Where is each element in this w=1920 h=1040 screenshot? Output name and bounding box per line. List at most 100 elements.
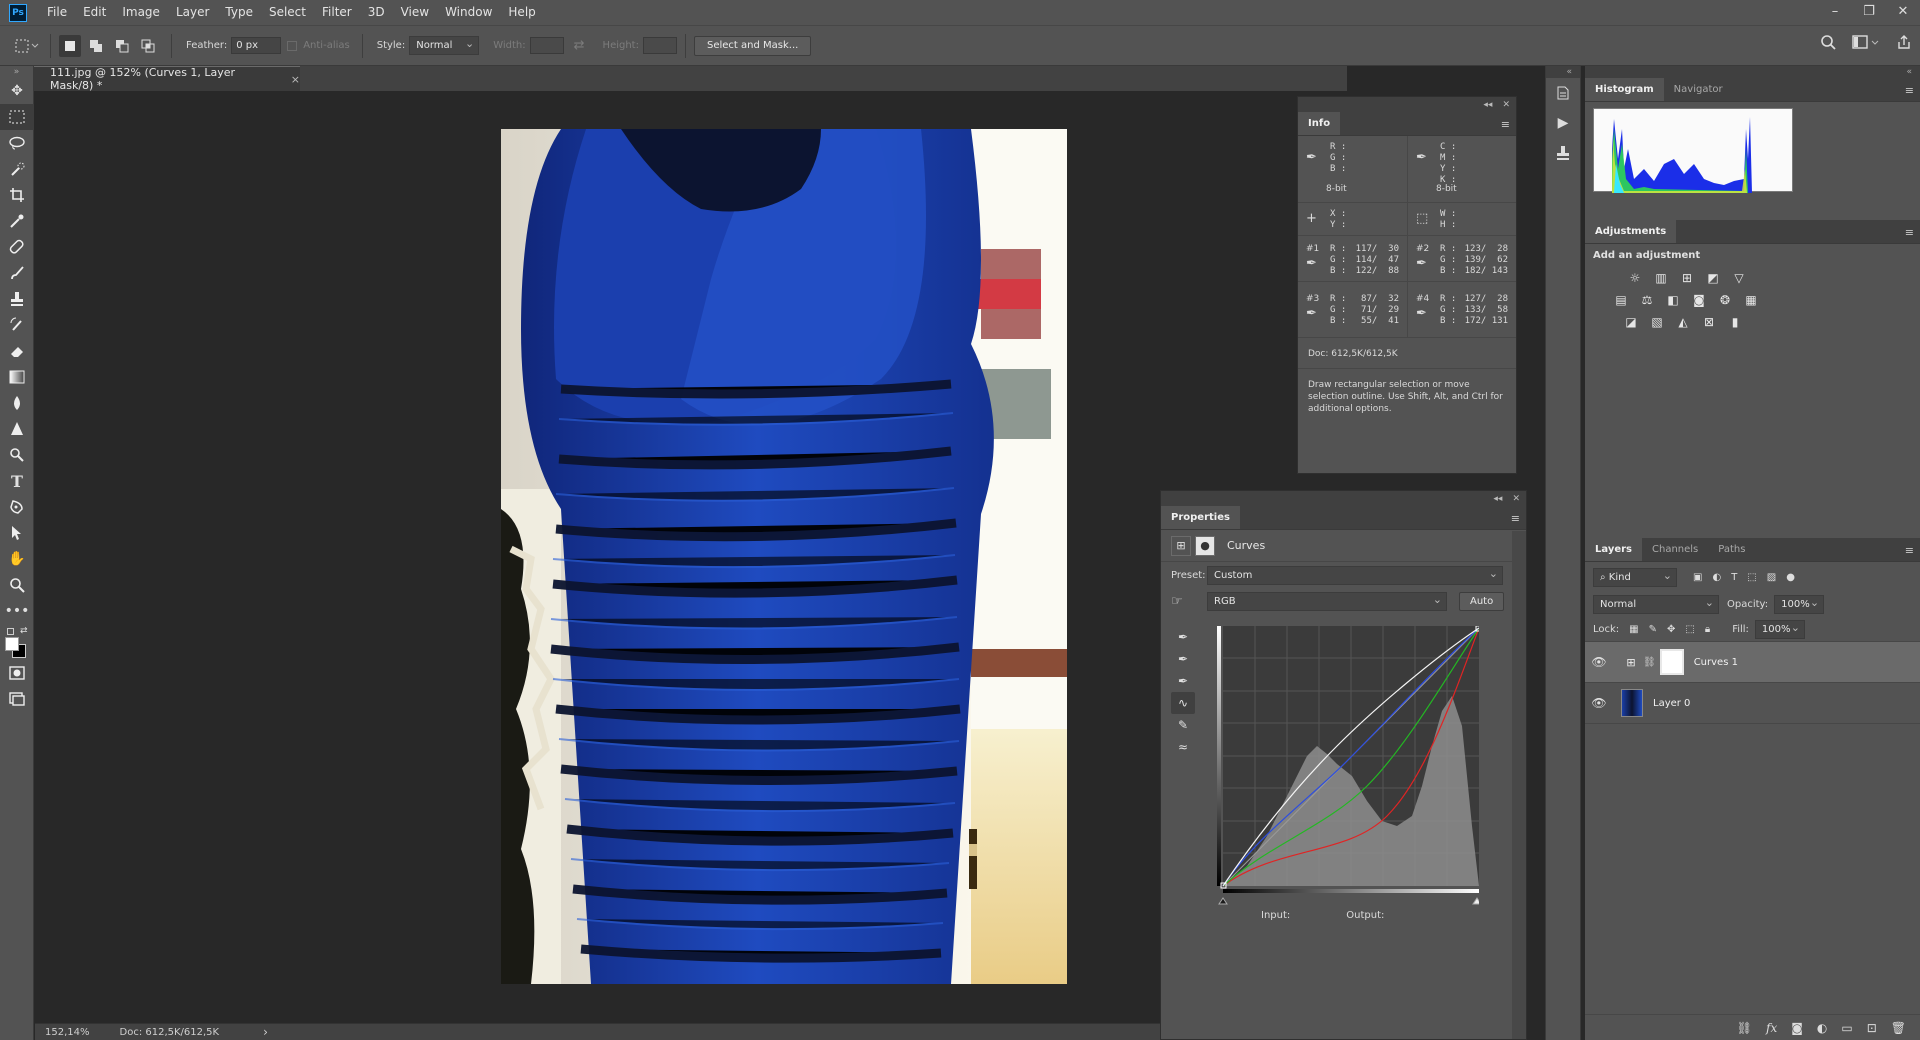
antialias-checkbox[interactable] [287, 40, 298, 51]
filter-toggle-icon[interactable]: ● [1786, 572, 1795, 583]
lock-artboard-icon[interactable]: ⬚ [1685, 624, 1694, 635]
layer-row-layer0[interactable]: 👁︎ Layer 0 [1585, 683, 1920, 724]
tab-paths[interactable]: Paths [1708, 538, 1755, 561]
draw-curve-icon[interactable]: ✎ [1171, 714, 1195, 736]
photo-filter-icon[interactable]: ◙ [1691, 292, 1707, 308]
mask-link-icon[interactable]: ⛓ [1643, 657, 1656, 668]
layer-mask-thumbnail[interactable] [1659, 649, 1684, 675]
eyedropper-icon[interactable]: ✒ [1306, 150, 1317, 165]
delete-layer-icon[interactable]: 🗑︎ [1891, 1021, 1906, 1035]
toolbar-grip[interactable]: » [0, 66, 33, 78]
panel-menu-icon[interactable]: ≡ [1501, 118, 1510, 131]
quick-mask-icon[interactable] [0, 660, 34, 686]
layer-thumbnail[interactable] [1621, 689, 1643, 717]
menu-view[interactable]: View [393, 0, 437, 25]
history-panel-icon[interactable] [1546, 78, 1580, 108]
color-lookup-icon[interactable]: ▦ [1743, 292, 1759, 308]
smooth-curve-icon[interactable]: ≈ [1171, 736, 1195, 758]
menu-layer[interactable]: Layer [168, 0, 217, 25]
edit-points-icon[interactable]: ∿ [1171, 692, 1195, 714]
dodge-tool-icon[interactable] [0, 416, 34, 442]
zoom-level[interactable]: 152,14% [45, 1027, 90, 1038]
layer-style-icon[interactable]: fx [1766, 1021, 1777, 1035]
lasso-tool-icon[interactable] [0, 130, 34, 156]
menu-filter[interactable]: Filter [314, 0, 360, 25]
feather-input[interactable]: 0 px [231, 37, 282, 54]
zoom-tool-icon[interactable] [0, 572, 34, 598]
share-icon[interactable] [1896, 34, 1912, 50]
brush-tool-icon[interactable] [0, 260, 34, 286]
close-tab-icon[interactable]: × [291, 73, 300, 86]
add-selection-button[interactable] [85, 35, 107, 57]
eyedropper-tool-icon[interactable] [0, 208, 34, 234]
lock-position-icon[interactable]: ✥ [1667, 624, 1675, 635]
menu-3d[interactable]: 3D [360, 0, 393, 25]
lock-pixels-icon[interactable]: ✎ [1649, 624, 1657, 635]
kind-filter-select[interactable]: ⌕ Kind [1593, 567, 1677, 587]
close-panel-icon[interactable]: ✕ [1512, 494, 1520, 504]
color-swatches[interactable]: ⇄ [0, 624, 34, 660]
panel-menu-icon[interactable]: ≡ [1905, 226, 1914, 239]
menu-type[interactable]: Type [217, 0, 261, 25]
new-selection-button[interactable] [59, 34, 81, 57]
selective-color-icon[interactable]: ⊠ [1701, 314, 1717, 330]
auto-button[interactable]: Auto [1459, 591, 1505, 611]
history-brush-tool-icon[interactable] [0, 312, 34, 338]
document-image[interactable] [501, 129, 1067, 984]
visibility-eye-icon[interactable]: 👁︎ [1585, 696, 1613, 710]
smart-object-filter-icon[interactable]: ▨ [1767, 572, 1776, 583]
channel-select[interactable]: RGB [1207, 591, 1447, 611]
clone-stamp-tool-icon[interactable] [0, 286, 34, 312]
dock-grip[interactable]: « [1585, 66, 1920, 78]
swap-colors-icon[interactable]: ⇄ [20, 626, 28, 636]
eyedropper-icon[interactable]: ✒ [1416, 150, 1427, 165]
black-slider-icon[interactable] [1218, 897, 1228, 905]
document-tab[interactable]: 111.jpg @ 152% (Curves 1, Layer Mask/8) … [34, 66, 300, 92]
tab-adjustments[interactable]: Adjustments [1585, 220, 1677, 243]
layer-name-curves[interactable]: Curves 1 [1694, 657, 1738, 668]
eraser-tool-icon[interactable] [0, 338, 34, 364]
more-tools-icon[interactable]: ••• [0, 598, 34, 624]
quick-selection-tool-icon[interactable] [0, 156, 34, 182]
fill-input[interactable]: 100% [1754, 619, 1805, 639]
search-icon[interactable] [1820, 34, 1836, 50]
hue-saturation-icon[interactable]: ▤ [1613, 292, 1629, 308]
healing-brush-tool-icon[interactable] [0, 234, 34, 260]
gradient-tool-icon[interactable] [0, 364, 34, 390]
type-tool-icon[interactable]: T [0, 468, 34, 494]
sampler-icon[interactable]: ✒ [1306, 306, 1317, 321]
white-slider-icon[interactable] [1472, 897, 1479, 905]
layer-name-layer0[interactable]: Layer 0 [1653, 698, 1690, 709]
tool-preset-picker[interactable] [12, 34, 42, 58]
tab-info[interactable]: Info [1298, 112, 1341, 135]
restore-button[interactable]: ❐ [1852, 0, 1886, 24]
screen-mode-icon[interactable] [0, 686, 34, 712]
curves-icon[interactable]: ⊞ [1679, 270, 1695, 286]
menu-file[interactable]: File [39, 0, 75, 25]
new-layer-icon[interactable]: ⊡ [1867, 1021, 1877, 1035]
lock-transparency-icon[interactable]: ▦ [1629, 624, 1638, 635]
menu-help[interactable]: Help [500, 0, 543, 25]
pen-tool-icon[interactable] [0, 442, 34, 468]
tab-layers[interactable]: Layers [1585, 538, 1642, 561]
visibility-eye-icon[interactable]: 👁︎ [1585, 655, 1613, 669]
lock-all-icon[interactable]: 🔒︎ [1705, 624, 1710, 635]
foreground-color-swatch[interactable] [5, 637, 19, 651]
photoshop-logo[interactable]: Ps [9, 3, 27, 22]
menu-image[interactable]: Image [114, 0, 168, 25]
add-mask-icon[interactable]: ◙ [1791, 1021, 1803, 1035]
swap-icon[interactable]: ⇄ [574, 38, 585, 53]
exposure-icon[interactable]: ◩ [1705, 270, 1721, 286]
marquee-tool-icon[interactable] [0, 104, 34, 130]
subtract-selection-button[interactable] [111, 35, 133, 57]
blur-tool-icon[interactable] [0, 390, 34, 416]
link-layers-icon[interactable]: ⛓ [1737, 1021, 1752, 1035]
sampler-icon[interactable]: ✒ [1306, 256, 1317, 271]
shape-filter-icon[interactable]: ⬚ [1747, 572, 1756, 583]
opacity-input[interactable]: 100% [1774, 594, 1825, 614]
color-balance-icon[interactable]: ⚖ [1639, 292, 1655, 308]
close-window-button[interactable]: ✕ [1886, 0, 1920, 24]
tab-properties[interactable]: Properties [1161, 506, 1240, 529]
pixel-filter-icon[interactable]: ▣ [1693, 572, 1702, 583]
threshold-icon[interactable]: ◭ [1675, 314, 1691, 330]
